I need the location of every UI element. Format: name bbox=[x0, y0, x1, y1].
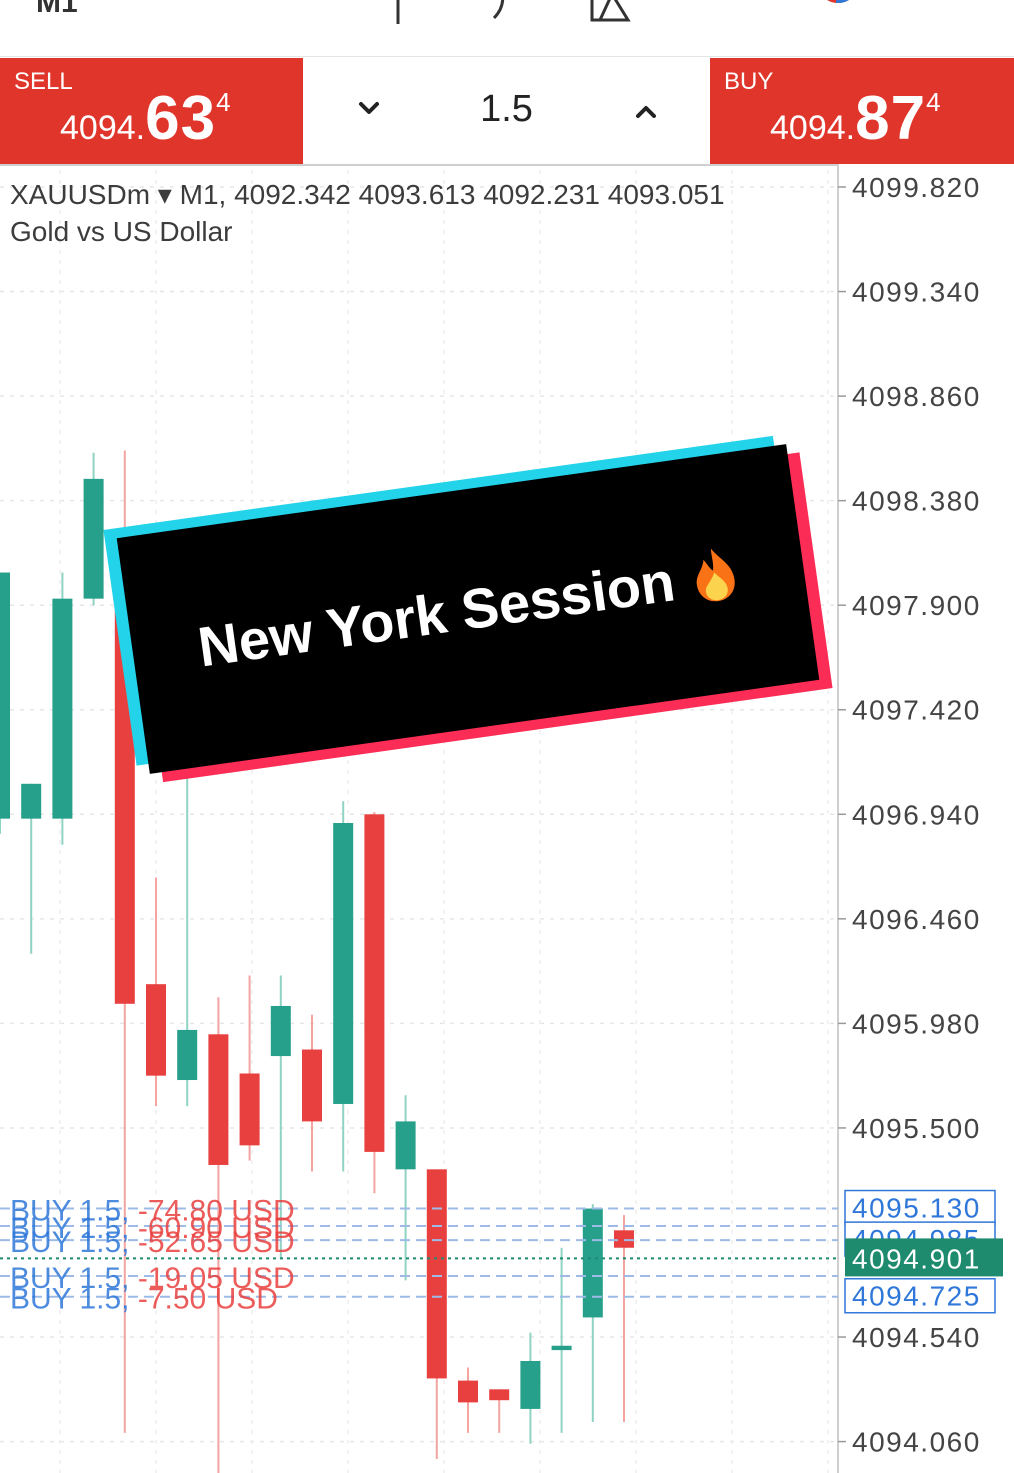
order-price-tag-text: 4094.725 bbox=[852, 1281, 981, 1312]
candle-body bbox=[395, 1121, 416, 1170]
sell-price: 4094.634 bbox=[60, 83, 231, 154]
order-price-tag-text: 4095.130 bbox=[852, 1193, 981, 1224]
candle-body bbox=[582, 1208, 603, 1318]
objects-icon[interactable] bbox=[588, 0, 632, 26]
order-lines: BUY 1.5, -74.80 USD 4095.130BUY 1.5, -60.… bbox=[0, 1189, 1003, 1316]
y-tick-label: 4099.340 bbox=[852, 277, 981, 308]
y-tick-label: 4095.500 bbox=[852, 1113, 981, 1144]
order-label: BUY 1.5, -52.65 USD bbox=[10, 1226, 295, 1259]
sell-price-sup: 4 bbox=[216, 87, 231, 117]
fire-icon bbox=[696, 548, 735, 602]
y-tick-label: 4094.540 bbox=[852, 1322, 981, 1353]
y-tick-label: 4094.060 bbox=[852, 1427, 981, 1458]
candle-body bbox=[458, 1380, 478, 1403]
candle-body bbox=[239, 1073, 260, 1146]
candle-body bbox=[83, 478, 104, 599]
buy-price-big: 87 bbox=[855, 84, 927, 153]
y-tick-label: 4098.380 bbox=[852, 486, 981, 517]
trade-icon[interactable] bbox=[920, 0, 964, 26]
candle-body bbox=[208, 1034, 229, 1165]
candle-body bbox=[146, 984, 166, 1076]
y-tick-label: 4095.980 bbox=[852, 1008, 981, 1039]
candle-body bbox=[302, 1049, 322, 1122]
candle-body bbox=[426, 1169, 447, 1379]
top-toolbar: M1 bbox=[0, 0, 1014, 57]
y-tick-label: 4098.860 bbox=[852, 381, 981, 412]
chevron-up-icon[interactable] bbox=[626, 90, 666, 130]
candle-body bbox=[489, 1389, 510, 1401]
buy-price: 4094.874 bbox=[770, 83, 941, 154]
order-label: BUY 1.5, -7.50 USD bbox=[10, 1283, 278, 1316]
y-tick-label: 4096.940 bbox=[852, 799, 981, 830]
candle-body bbox=[21, 783, 42, 819]
candle-body bbox=[270, 1005, 291, 1057]
candle-body bbox=[551, 1345, 572, 1351]
crosshair-icon[interactable] bbox=[376, 0, 420, 26]
y-tick-label: 4097.420 bbox=[852, 695, 981, 726]
candle-body bbox=[364, 814, 385, 1152]
candle-body bbox=[52, 598, 73, 819]
chart-sync-icon[interactable] bbox=[814, 0, 858, 26]
y-tick-label: 4096.460 bbox=[852, 904, 981, 935]
candle-body bbox=[614, 1230, 634, 1248]
current-price-text: 4094.901 bbox=[852, 1243, 981, 1274]
sell-price-big: 63 bbox=[145, 84, 217, 153]
y-tick-label: 4099.820 bbox=[852, 172, 981, 203]
timeframe-label[interactable]: M1 bbox=[36, 0, 78, 20]
sell-button[interactable]: SELL 4094.634 bbox=[0, 58, 303, 164]
banner-text: New York Session bbox=[194, 548, 679, 679]
candle-body bbox=[0, 572, 10, 819]
symbol-info[interactable]: XAUUSDm ▾ M1, 4092.342 4093.613 4092.231… bbox=[10, 178, 725, 211]
indicator-icon[interactable] bbox=[478, 0, 522, 26]
buy-label: BUY bbox=[724, 68, 774, 95]
buy-price-main: 4094. bbox=[770, 109, 856, 147]
buy-button[interactable]: BUY 4094.874 bbox=[710, 58, 1014, 164]
y-tick-label: 4097.900 bbox=[852, 590, 981, 621]
symbol-description: Gold vs US Dollar bbox=[10, 216, 233, 247]
volume-stepper: 1.5 bbox=[303, 58, 710, 164]
buy-price-sup: 4 bbox=[926, 87, 941, 117]
candle-body bbox=[333, 823, 354, 1104]
candle-body bbox=[177, 1029, 198, 1081]
candle-body bbox=[520, 1360, 541, 1409]
sell-price-main: 4094. bbox=[60, 109, 146, 147]
price-chart[interactable]: BUY 1.5, -74.80 USD 4095.130BUY 1.5, -60.… bbox=[0, 164, 1014, 1473]
